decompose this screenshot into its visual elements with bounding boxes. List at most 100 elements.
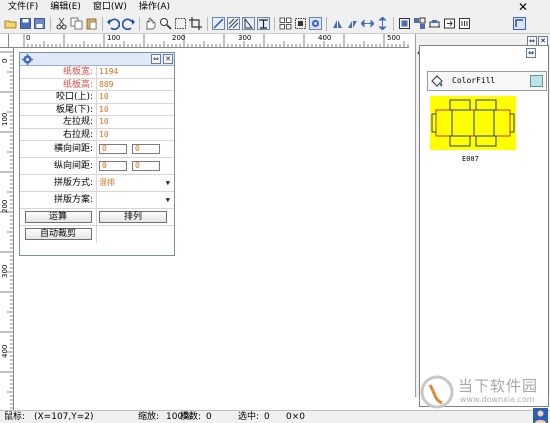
layout-mode-select[interactable]: 混排 ▼ <box>97 175 174 191</box>
menu-file[interactable]: 文件(F) <box>0 0 38 14</box>
save-icon[interactable] <box>19 17 32 30</box>
close-document-button[interactable]: ✕ <box>518 0 528 14</box>
center-icon[interactable] <box>294 17 307 30</box>
height-icon[interactable] <box>376 17 389 30</box>
layout-icon[interactable] <box>257 17 270 30</box>
frame-icon[interactable] <box>398 17 411 30</box>
hruler-label-100: 100 <box>107 34 121 42</box>
mirror-icon[interactable] <box>346 17 359 30</box>
gear-icon <box>22 54 33 65</box>
tail-bottom-value[interactable]: 10 <box>97 104 174 116</box>
arrange-button[interactable]: 排列 <box>99 211 167 223</box>
menu-action[interactable]: 操作(A) <box>131 0 170 14</box>
board-width-label: 纸板宽: <box>20 66 97 78</box>
open-icon[interactable] <box>4 17 17 30</box>
copy-icon[interactable] <box>70 17 83 30</box>
crop-icon[interactable] <box>189 17 202 30</box>
menu-window[interactable]: 窗口(W) <box>85 0 127 14</box>
box-die-line-icon <box>431 99 515 147</box>
menu-bar: 文件(F) 编辑(E) 窗口(W) 操作(A) ✕ <box>0 0 550 14</box>
hand-icon[interactable] <box>144 17 157 30</box>
param-row-horizontal-gap: 横向间距: 00 <box>20 141 174 158</box>
status-mouse-label: 鼠标: <box>4 412 26 422</box>
hruler-label-300: 300 <box>238 34 252 42</box>
grid-icon[interactable] <box>279 17 292 30</box>
special-icon[interactable] <box>458 17 471 30</box>
zoom-icon[interactable] <box>159 17 172 30</box>
left-guide-label: 左拉规: <box>20 116 97 128</box>
param-row-vertical-gap: 纵向间距: 00 <box>20 158 174 175</box>
right-guide-value[interactable]: 10 <box>97 129 174 141</box>
calculate-button[interactable]: 运算 <box>24 211 92 223</box>
colorfill-label: ColorFill <box>452 76 496 85</box>
ruler-corner <box>0 34 9 48</box>
panel-dock-button[interactable]: ⇔ <box>151 54 161 64</box>
vruler-label-200: 200 <box>1 199 9 213</box>
undo-icon[interactable] <box>107 17 120 30</box>
hatch-icon[interactable] <box>227 17 240 30</box>
right-dock-panel: ⇔ ✕ ⇔ ColorFill E007 <box>415 34 550 407</box>
watermark-logo-icon <box>420 375 454 409</box>
tail-bottom-label: 板尾(下): <box>20 103 97 115</box>
panel-title-bar[interactable]: ⇔ ✕ <box>20 53 174 66</box>
board-width-value[interactable]: 1194 <box>97 66 174 78</box>
param-row-board-height: 纸板高: 889 <box>20 78 174 91</box>
vruler-label-400: 400 <box>1 344 9 358</box>
colorfill-swatch[interactable] <box>530 75 543 87</box>
layout-plan-label: 拼版方案: <box>20 192 97 208</box>
settings-icon[interactable] <box>309 17 322 30</box>
param-row-auto-cut: 自动裁剪 <box>20 226 174 243</box>
layout-plan-select[interactable]: ▼ <box>97 192 174 208</box>
vertical-gap-input-1[interactable]: 0 <box>99 161 127 171</box>
panel-close-button[interactable]: ✕ <box>163 54 173 64</box>
vertical-gap-input-2[interactable]: 0 <box>132 161 160 171</box>
status-dimensions: 0×0 <box>286 412 305 422</box>
vertical-ruler: 0 100 200 300 400 <box>0 48 14 410</box>
horizontal-gap-input-2[interactable]: 0 <box>132 144 160 154</box>
auto-cut-button[interactable]: 自动裁剪 <box>24 228 92 240</box>
user-avatar-icon[interactable] <box>533 408 548 423</box>
param-row-board-width: 纸板宽: 1194 <box>20 66 174 79</box>
stretch-icon[interactable] <box>361 17 374 30</box>
template-label: E007 <box>462 155 479 163</box>
template-thumbnail[interactable] <box>430 96 516 150</box>
paste-icon[interactable] <box>85 17 98 30</box>
layout-parameter-panel: ⇔ ✕ 纸板宽: 1194 纸板高: 889 咬口(上): 10 板尾(下): … <box>19 52 175 256</box>
colorfill-tool[interactable]: ColorFill <box>427 71 547 91</box>
horizontal-gap-label: 横向间距: <box>20 141 97 157</box>
status-bar: 鼠标: (X=107,Y=2) 缩放: 100% 模数: 0 选中: 0 0×0 <box>0 410 550 423</box>
layout-mode-value: 混排 <box>99 178 115 187</box>
watermark: 当下软件园 www.downxia.com <box>414 373 550 409</box>
board-height-value[interactable]: 889 <box>97 79 174 91</box>
library-dock-button[interactable]: ⇔ <box>526 48 536 58</box>
horizontal-gap-input-1[interactable]: 0 <box>99 144 127 154</box>
param-row-tail-bottom: 板尾(下): 10 <box>20 103 174 116</box>
cut-icon[interactable] <box>55 17 68 30</box>
gripper-top-label: 咬口(上): <box>20 91 97 103</box>
chevron-down-icon: ▼ <box>165 196 170 204</box>
gripper-top-value[interactable]: 10 <box>97 91 174 103</box>
redo-icon[interactable] <box>122 17 135 30</box>
horizontal-ruler: 0 100 200 300 400 500 <box>9 34 409 48</box>
dock-toggle-icon[interactable] <box>513 17 526 30</box>
save-as-icon[interactable] <box>33 17 46 30</box>
layout-mode-label: 拼版方式: <box>20 175 97 191</box>
param-row-actions: 运算 排列 <box>20 209 174 226</box>
watermark-url: www.downxia.com <box>460 395 535 404</box>
toolbar <box>0 14 550 34</box>
flip-icon[interactable] <box>331 17 344 30</box>
right-guide-label: 右拉规: <box>20 128 97 140</box>
param-row-left-guide: 左拉规: 10 <box>20 116 174 129</box>
line-icon[interactable] <box>212 17 225 30</box>
menu-edit[interactable]: 编辑(E) <box>42 0 81 14</box>
export-icon[interactable] <box>443 17 456 30</box>
vertical-gap-label: 纵向间距: <box>20 158 97 174</box>
select-rect-icon[interactable] <box>174 17 187 30</box>
watermark-title: 当下软件园 <box>458 377 539 395</box>
vruler-label-300: 300 <box>1 264 9 278</box>
nest-icon[interactable] <box>413 17 426 30</box>
left-guide-value[interactable]: 10 <box>97 116 174 128</box>
bridge-icon[interactable] <box>428 17 441 30</box>
param-row-layout-mode: 拼版方式: 混排 ▼ <box>20 175 174 192</box>
fold-icon[interactable] <box>242 17 255 30</box>
